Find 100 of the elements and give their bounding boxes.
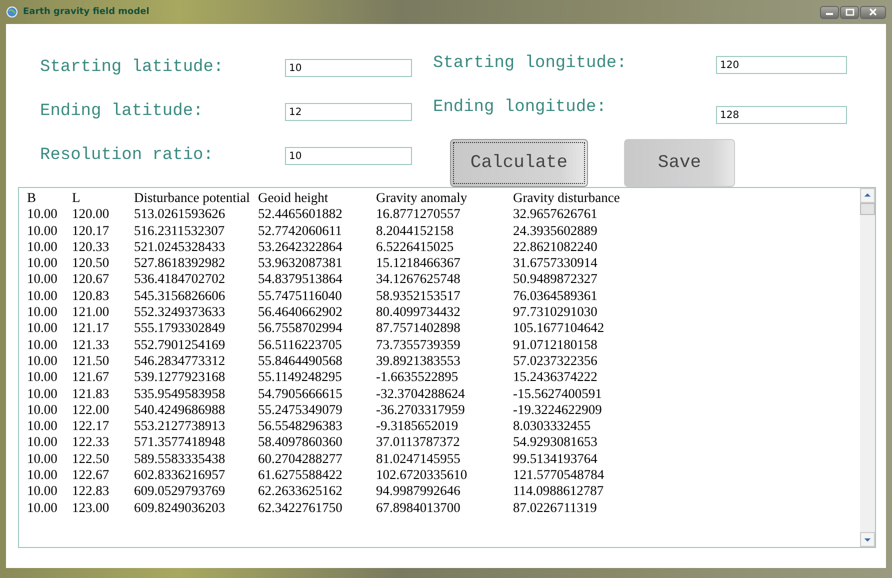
table-cell-text: 34.1267625748	[376, 271, 462, 288]
table-cell-text: 10.00	[27, 222, 58, 239]
action-button[interactable]: Save	[624, 139, 735, 187]
input-field[interactable]: 128	[716, 106, 847, 124]
close-button[interactable]	[860, 6, 886, 18]
table-cell-text: 37.0113787372	[376, 434, 461, 451]
field-label: Starting latitude:	[40, 58, 224, 77]
table-cell-text: 609.0529793769	[134, 483, 226, 500]
table-cell-text: 60.2704288277	[258, 450, 344, 468]
action-button[interactable]: Calculate	[450, 139, 588, 187]
table-cell-text: 555.1793302849	[134, 320, 226, 337]
field-label: Starting longitude:	[433, 54, 627, 73]
table-cell-text: 53.2642322864	[258, 238, 344, 256]
table-cell-text: 39.8921383553	[376, 352, 462, 370]
table-cell-text: 52.7742060611	[258, 222, 343, 239]
column-header: Geoid height	[258, 190, 330, 206]
table-cell-text: 61.6275588422	[258, 467, 344, 484]
table-cell-text: 10.00	[27, 386, 58, 402]
table-cell-text: 121.5770548784	[513, 467, 606, 484]
table-cell-text: 81.0247145955	[376, 450, 462, 468]
table-cell-text: 15.2436374222	[513, 369, 598, 386]
column-header: B	[27, 190, 38, 206]
table-cell-text: 54.7905666615	[258, 386, 344, 402]
table-cell-text: 87.0226711319	[513, 500, 598, 516]
table-cell-text: 56.4640662902	[258, 304, 344, 320]
field-label: Ending latitude:	[40, 102, 204, 121]
table-cell-text: 122.00	[72, 402, 110, 418]
scroll-down-icon[interactable]	[860, 532, 875, 547]
table-cell-text: 10.00	[27, 238, 58, 256]
scrollbar-thumb[interactable]	[860, 203, 875, 215]
column-header: L	[72, 190, 82, 206]
table-cell-text: 58.9352153517	[376, 288, 462, 304]
table-cell-text: 527.8618392982	[134, 255, 226, 272]
table-cell-text: -15.5627400591	[513, 386, 603, 402]
table-cell-text: 535.9549583958	[134, 386, 226, 402]
table-cell-text: 56.7558702994	[258, 320, 344, 337]
table-cell-text: 102.6720335610	[376, 467, 468, 484]
table-cell-text: 55.8464490568	[258, 352, 344, 370]
table-cell-text: 56.5116223705	[258, 336, 343, 353]
table-cell-text: 121.83	[72, 386, 110, 402]
table-cell-text: -32.3704288624	[376, 386, 466, 402]
table-cell-text: 120.67	[72, 271, 110, 288]
table-cell-text: 105.1677104642	[513, 320, 606, 337]
column-header: Disturbance potential	[134, 190, 251, 206]
table-cell-text: 10.00	[27, 369, 58, 386]
column-header: Gravity disturbance	[513, 190, 621, 206]
table-cell-text: 122.83	[72, 483, 110, 500]
table-cell-text: 513.0261593626	[134, 206, 226, 223]
input-field[interactable]: 10	[285, 147, 412, 165]
table-cell-text: 553.2127738913	[134, 418, 226, 434]
scroll-up-icon[interactable]	[860, 188, 875, 203]
input-field[interactable]: 10	[285, 59, 412, 77]
table-cell-text: 521.0245328433	[134, 238, 226, 256]
table-cell-text: 539.1277923168	[134, 369, 226, 386]
input-field[interactable]: 120	[716, 56, 847, 74]
table-cell-text: 121.67	[72, 369, 110, 386]
table-cell-text: 56.5548296383	[258, 418, 344, 434]
table-cell-text: 76.0364589361	[513, 288, 598, 304]
table-cell-text: -19.3224622909	[513, 402, 603, 418]
scrollbar[interactable]	[860, 188, 875, 547]
table-cell-text: 54.8379513864	[258, 271, 344, 288]
table-cell-text: 55.7475116040	[258, 288, 343, 304]
close-icon	[868, 8, 878, 16]
table-cell-text: 62.3422761750	[258, 500, 344, 516]
table-cell-text: 10.00	[27, 352, 58, 370]
table-cell-text: 571.3577418948	[134, 434, 226, 451]
table-cell-text: -9.3185652019	[376, 418, 460, 434]
table-cell-text: 122.17	[72, 418, 110, 434]
input-field[interactable]: 12	[285, 103, 412, 121]
maximize-button[interactable]	[840, 6, 859, 18]
table-cell-text: 8.2044152158	[376, 222, 455, 239]
table-cell-text: 10.00	[27, 402, 58, 418]
table-cell-text: 123.00	[72, 500, 110, 516]
table-cell-text: 6.5226415025	[376, 238, 455, 256]
table-cell-text: 32.9657626761	[513, 206, 598, 223]
table-cell-text: 80.4099734432	[376, 304, 462, 320]
globe-icon	[6, 6, 18, 18]
table-cell-text: 552.3249373633	[134, 304, 226, 320]
table-cell-text: 120.83	[72, 288, 110, 304]
table-cell-text: 15.1218466367	[376, 255, 462, 272]
table-cell-text: 10.00	[27, 467, 58, 484]
table-cell-text: 10.00	[27, 434, 58, 451]
table-cell-text: 120.33	[72, 238, 110, 256]
table-cell-text: 540.4249686988	[134, 402, 226, 418]
table-cell-text: 99.5134193764	[513, 450, 598, 468]
table-cell-text: 10.00	[27, 483, 58, 500]
field-label: Ending longitude:	[433, 98, 606, 117]
table-cell-text: 602.8336216957	[134, 467, 226, 484]
table-cell-text: 62.2633625162	[258, 483, 344, 500]
table-cell-text: 10.00	[27, 320, 58, 337]
table-cell-text: 120.00	[72, 206, 110, 223]
table-cell-text: 8.0303332455	[513, 418, 592, 434]
table-cell-text: 121.17	[72, 320, 110, 337]
table-cell-text: 10.00	[27, 255, 58, 272]
minimize-button[interactable]	[820, 6, 839, 18]
column-header: Gravity anomaly	[376, 190, 468, 206]
table-cell-text: 24.3935602889	[513, 222, 598, 239]
table-cell-text: 120.50	[72, 255, 110, 272]
table-cell-text: 31.6757330914	[513, 255, 598, 272]
table-cell-text: 121.33	[72, 336, 110, 353]
